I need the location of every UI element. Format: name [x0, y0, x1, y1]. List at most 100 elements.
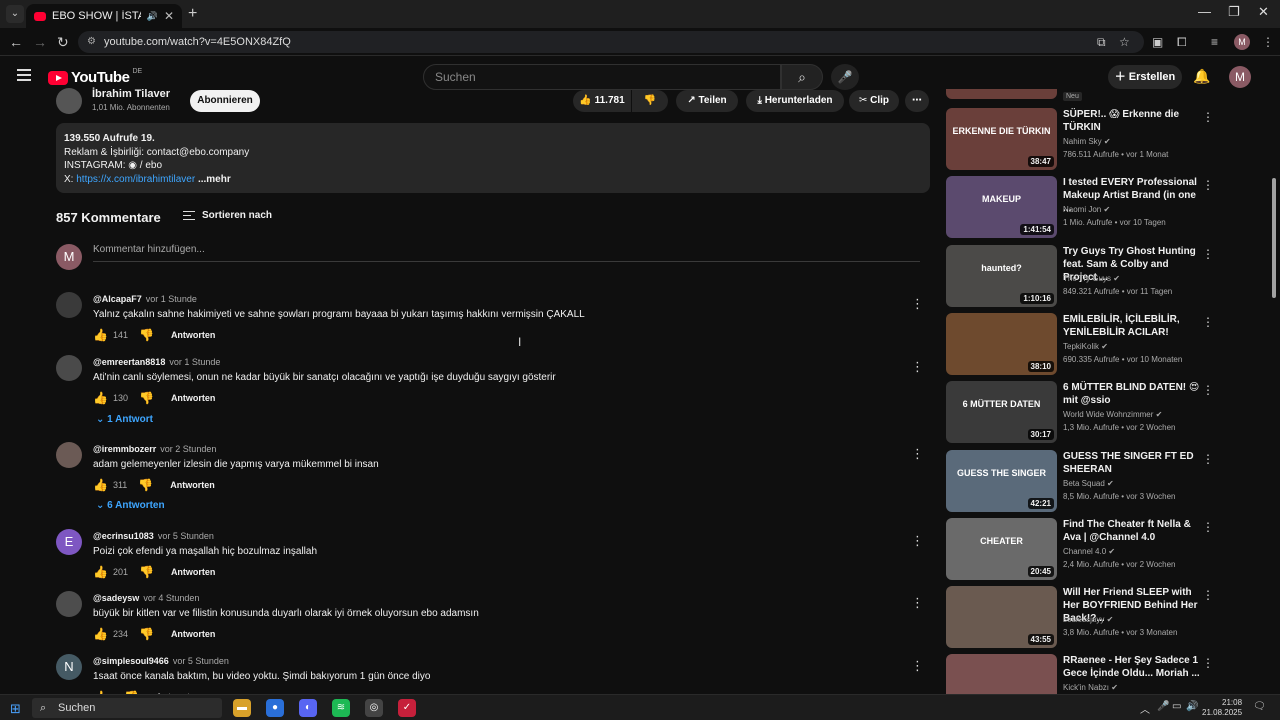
comment-author[interactable]: @ecrinsu1083 vor 5 Stunden: [93, 531, 214, 541]
video-channel[interactable]: TepkiKolik ✔: [1063, 342, 1203, 351]
spotify-icon[interactable]: ≋: [332, 699, 350, 717]
recommended-video[interactable]: CHEATER 20:45 Find The Cheater ft Nella & …: [946, 518, 1246, 580]
obs-icon[interactable]: ◎: [365, 699, 383, 717]
video-thumbnail[interactable]: ERKENNE DIE TÜRKIN 38:47: [946, 108, 1057, 170]
like-comment-icon[interactable]: 👍: [93, 391, 108, 405]
show-replies-button[interactable]: ⌄ 6 Antworten: [96, 500, 165, 511]
video-channel[interactable]: Kick'in Nabzı ✔: [1063, 683, 1203, 692]
comment-time[interactable]: vor 2 Stunden: [160, 444, 216, 454]
comment-menu-icon[interactable]: ⋮: [911, 658, 924, 674]
video-channel[interactable]: Nahim Sky ✔: [1063, 137, 1203, 146]
video-thumbnail[interactable]: 38:10: [946, 313, 1057, 375]
comment-menu-icon[interactable]: ⋮: [911, 446, 924, 462]
video-menu-icon[interactable]: ⋮: [1202, 588, 1214, 602]
media-icon[interactable]: ≡: [1211, 35, 1218, 49]
url-field[interactable]: ⚙ youtube.com/watch?v=4E5ONX84ZfQ: [78, 31, 1144, 53]
recommended-video[interactable]: haunted? 1:10:16 Try Guys Try Ghost Huntin…: [946, 245, 1246, 307]
comment-author[interactable]: @emreertan8818 vor 1 Stunde: [93, 357, 220, 367]
volume-icon[interactable]: 🔊: [1186, 701, 1198, 712]
comment-avatar[interactable]: [56, 442, 82, 468]
video-title[interactable]: RRaenee - Her Şey Sadece 1 Gece İçinde O…: [1063, 654, 1203, 680]
video-title[interactable]: Find The Cheater ft Nella & Ava | @Chann…: [1063, 518, 1203, 544]
back-icon[interactable]: ←: [9, 34, 23, 50]
minimize-icon[interactable]: —: [1198, 4, 1211, 19]
account-avatar[interactable]: M: [1229, 66, 1251, 88]
voice-search-button[interactable]: 🎤: [831, 64, 859, 90]
video-menu-icon[interactable]: ⋮: [1202, 520, 1214, 534]
video-channel[interactable]: Channel 4.0 ✔: [1063, 547, 1203, 556]
video-menu-icon[interactable]: ⋮: [1202, 178, 1214, 192]
discord-icon[interactable]: ◐: [299, 699, 317, 717]
video-thumbnail[interactable]: 43:55: [946, 586, 1057, 648]
video-menu-icon[interactable]: ⋮: [1202, 383, 1214, 397]
comment-time[interactable]: vor 1 Stunde: [146, 294, 197, 304]
like-comment-icon[interactable]: 👍: [93, 565, 108, 579]
download-button[interactable]: ⤓ Herunterladen: [746, 90, 844, 112]
video-menu-icon[interactable]: ⋮: [1202, 247, 1214, 261]
comment-menu-icon[interactable]: ⋮: [911, 296, 924, 312]
comment-avatar[interactable]: [56, 591, 82, 617]
reply-button[interactable]: Antworten: [171, 629, 216, 639]
like-comment-icon[interactable]: 👍: [93, 627, 108, 641]
clip-button[interactable]: ✂ Clip: [849, 90, 899, 112]
video-channel[interactable]: Beta Squad ✔: [1063, 479, 1203, 488]
search-input[interactable]: Suchen: [423, 64, 781, 90]
video-menu-icon[interactable]: ⋮: [1202, 315, 1214, 329]
recommended-video[interactable]: 38:10 EMİLEBİLİR, İÇİLEBİLİR, YENİLEBİLİR…: [946, 313, 1246, 375]
video-menu-icon[interactable]: ⋮: [1202, 452, 1214, 466]
bookmark-star-icon[interactable]: ☆: [1119, 35, 1130, 49]
chrome-icon[interactable]: ●: [266, 699, 284, 717]
video-thumbnail[interactable]: MAKEUP 1:41:54: [946, 176, 1057, 238]
video-description[interactable]: 139.550 Aufrufe 19. Reklam & İşbirliği: …: [56, 123, 930, 193]
app-icon[interactable]: ✓: [398, 699, 416, 717]
notifications-bell-icon[interactable]: 🔔: [1193, 68, 1210, 85]
windows-start-icon[interactable]: ⊞: [10, 701, 21, 717]
browser-profile-avatar[interactable]: M: [1234, 34, 1250, 50]
extension-icon[interactable]: ▣: [1152, 35, 1163, 49]
network-icon[interactable]: ▭: [1172, 701, 1181, 712]
video-channel[interactable]: The Try Guys ✔: [1063, 274, 1203, 283]
dislike-comment-icon[interactable]: 👎: [138, 478, 153, 492]
channel-avatar[interactable]: [56, 88, 82, 114]
sort-comments-button[interactable]: Sortieren nach: [183, 210, 272, 221]
dislike-comment-icon[interactable]: 👎: [139, 328, 154, 342]
previous-thumbnail[interactable]: [946, 89, 1057, 99]
speaker-icon[interactable]: 🔊: [147, 11, 158, 22]
video-thumbnail[interactable]: haunted? 1:10:16: [946, 245, 1057, 307]
video-channel[interactable]: soulessjayy ✔: [1063, 615, 1203, 624]
taskbar-clock[interactable]: 21:08 21.08.2025: [1202, 698, 1242, 718]
video-thumbnail[interactable]: 6 MÜTTER DATEN 30:17: [946, 381, 1057, 443]
scrollbar-thumb[interactable]: [1272, 178, 1276, 298]
install-icon[interactable]: ⧉: [1097, 35, 1106, 50]
microphone-icon[interactable]: 🎤: [1157, 701, 1169, 712]
comment-menu-icon[interactable]: ⋮: [911, 359, 924, 375]
video-title[interactable]: 6 MÜTTER BLIND DATEN! 😍 mit @ssio: [1063, 381, 1203, 407]
comment-time[interactable]: vor 5 Stunden: [173, 656, 229, 666]
new-tab-icon[interactable]: +: [188, 5, 197, 23]
like-comment-icon[interactable]: 👍: [93, 478, 108, 492]
show-more-link[interactable]: ...mehr: [198, 174, 231, 185]
more-actions-button[interactable]: ⋯: [905, 90, 929, 112]
comment-menu-icon[interactable]: ⋮: [911, 533, 924, 549]
tray-chevron-icon[interactable]: ︿: [1140, 701, 1150, 716]
create-button[interactable]: ＋ Erstellen: [1108, 65, 1182, 89]
reply-button[interactable]: Antworten: [171, 393, 216, 403]
comment-avatar[interactable]: [56, 355, 82, 381]
show-replies-button[interactable]: ⌄ 1 Antwort: [96, 414, 153, 425]
recommended-video[interactable]: ERKENNE DIE TÜRKIN 38:47 SÜPER!.. 😱 Erkenn…: [946, 108, 1246, 170]
recommended-video[interactable]: MAKEUP 1:41:54 I tested EVERY Professional…: [946, 176, 1246, 238]
dislike-comment-icon[interactable]: 👎: [139, 627, 154, 641]
browser-menu-icon[interactable]: ⋮: [1262, 35, 1274, 49]
video-channel[interactable]: Naomi Jon ✔: [1063, 205, 1203, 214]
like-comment-icon[interactable]: 👍: [93, 328, 108, 342]
file-explorer-icon[interactable]: ▬: [233, 699, 251, 717]
site-info-icon[interactable]: ⚙: [87, 31, 96, 53]
dislike-comment-icon[interactable]: 👎: [139, 565, 154, 579]
reply-button[interactable]: Antworten: [171, 330, 216, 340]
video-menu-icon[interactable]: ⋮: [1202, 110, 1214, 124]
comment-time[interactable]: vor 4 Stunden: [143, 593, 199, 603]
taskbar-search[interactable]: ⌕ Suchen: [32, 698, 222, 718]
youtube-logo[interactable]: YouTube DE: [48, 68, 142, 86]
share-button[interactable]: ↗ Teilen: [676, 90, 738, 112]
comment-author[interactable]: @sadeysw vor 4 Stunden: [93, 593, 199, 603]
